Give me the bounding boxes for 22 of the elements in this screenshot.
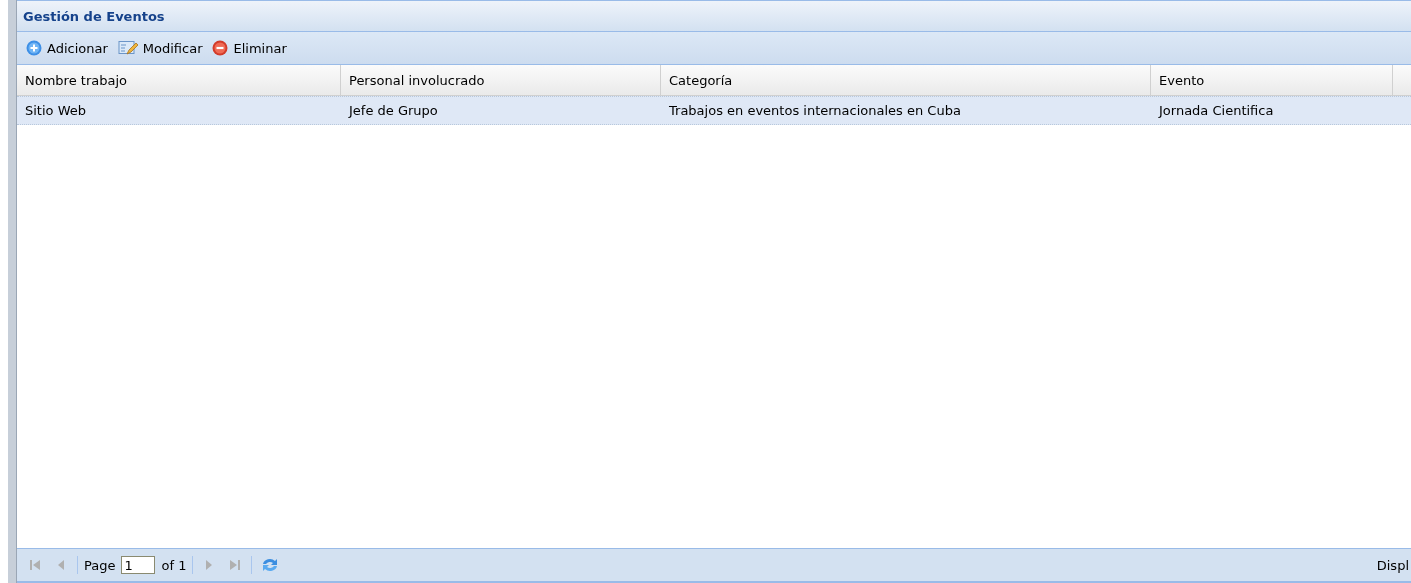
table-cell-text: Jefe de Grupo [347, 102, 439, 120]
minus-circle-icon [212, 40, 229, 56]
column-header[interactable]: Personal involucrado [341, 65, 661, 95]
last-page-icon [229, 559, 242, 571]
first-page-icon [29, 559, 41, 571]
panel-title: Gestión de Eventos [23, 8, 165, 24]
page-count: of 1 [161, 557, 187, 573]
column-header[interactable]: Nombre trabajo [17, 65, 341, 95]
edit-button[interactable]: Modificar [114, 38, 206, 58]
table-cell-text: Jornada Cientifica [1157, 102, 1275, 120]
page-field[interactable]: 1 [121, 556, 156, 574]
column-header[interactable]: Categoría [661, 65, 1151, 95]
pencil-form-icon [117, 40, 138, 56]
table-cell-text: Sitio Web [24, 102, 87, 120]
column-header[interactable]: Evento [1151, 65, 1393, 95]
page-label: Page [84, 557, 116, 573]
display-info: Displ [1376, 557, 1409, 573]
plus-circle-icon [26, 40, 42, 56]
add-button[interactable]: Adicionar [23, 38, 111, 58]
delete-button[interactable]: Eliminar [209, 38, 290, 58]
table-row[interactable]: Sitio Web Jefe de Grupo Trabajos en eventos internacionales en Cuba Jornada Cientifica [17, 96, 1411, 125]
table-cell-text: Trabajos en eventos internacionales en Cuba [668, 102, 962, 120]
